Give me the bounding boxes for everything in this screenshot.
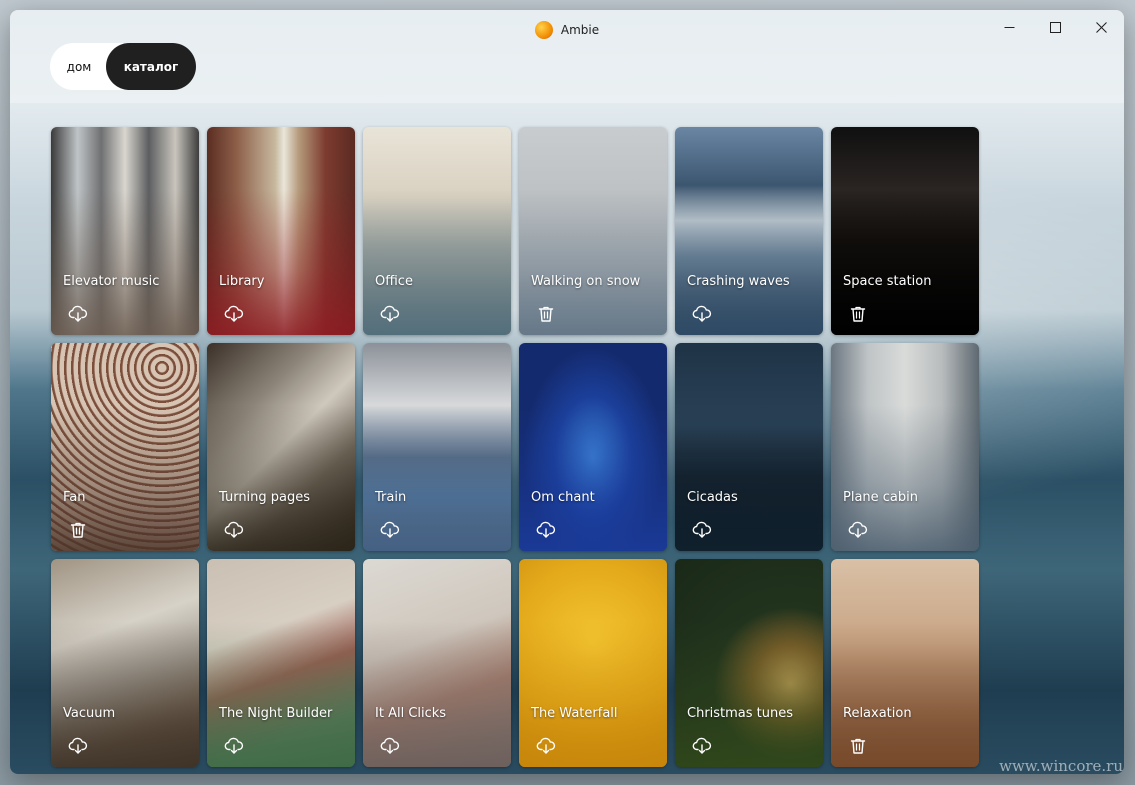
sound-catalog-grid: Elevator music Library Office Walking on sn…: [51, 127, 979, 767]
tab-catalog[interactable]: каталог: [106, 43, 196, 90]
trash-icon: [538, 306, 554, 322]
card-title: Cicadas: [687, 490, 738, 505]
cloud-download-icon: [692, 521, 712, 538]
sound-card-office[interactable]: Office: [363, 127, 511, 335]
sound-card-train[interactable]: Train: [363, 343, 511, 551]
sound-card-om-chant[interactable]: Om chant: [519, 343, 667, 551]
sound-card-turning-pages[interactable]: Turning pages: [207, 343, 355, 551]
sound-card-elevator-music[interactable]: Elevator music: [51, 127, 199, 335]
sound-card-it-all-clicks[interactable]: It All Clicks: [363, 559, 511, 767]
sound-card-walking-on-snow[interactable]: Walking on snow: [519, 127, 667, 335]
download-button[interactable]: [379, 303, 401, 325]
minimize-icon: [1004, 26, 1014, 28]
card-title: Train: [375, 490, 407, 505]
close-icon: [1095, 21, 1107, 33]
cloud-download-icon: [848, 521, 868, 538]
cloud-download-icon: [692, 305, 712, 322]
download-button[interactable]: [379, 735, 401, 757]
download-button[interactable]: [691, 519, 713, 541]
trash-icon: [850, 306, 866, 322]
cloud-download-icon: [536, 521, 556, 538]
cloud-download-icon: [380, 737, 400, 754]
app-window: Ambie дом каталог Elevator music Library O…: [10, 10, 1124, 774]
sound-card-plane-cabin[interactable]: Plane cabin: [831, 343, 979, 551]
sound-card-vacuum[interactable]: Vacuum: [51, 559, 199, 767]
download-button[interactable]: [223, 519, 245, 541]
download-button[interactable]: [223, 735, 245, 757]
app-title: Ambie: [560, 23, 600, 37]
cloud-download-icon: [692, 737, 712, 754]
download-button[interactable]: [535, 519, 557, 541]
card-title: Library: [219, 274, 265, 289]
delete-button[interactable]: [847, 303, 869, 325]
card-title: The Night Builder: [219, 706, 333, 721]
download-button[interactable]: [67, 303, 89, 325]
card-title: Office: [375, 274, 413, 289]
maximize-icon: [1049, 21, 1061, 33]
cloud-download-icon: [224, 305, 244, 322]
card-title: Space station: [843, 274, 932, 289]
sound-card-christmas-tunes[interactable]: Christmas tunes: [675, 559, 823, 767]
sound-card-space-station[interactable]: Space station: [831, 127, 979, 335]
trash-icon: [850, 738, 866, 754]
delete-button[interactable]: [535, 303, 557, 325]
download-button[interactable]: [223, 303, 245, 325]
cloud-download-icon: [224, 737, 244, 754]
download-button[interactable]: [691, 735, 713, 757]
cloud-download-icon: [380, 521, 400, 538]
cloud-download-icon: [536, 737, 556, 754]
card-title: Plane cabin: [843, 490, 919, 505]
download-button[interactable]: [535, 735, 557, 757]
card-title: Relaxation: [843, 706, 912, 721]
nav-tabs: дом каталог: [50, 43, 196, 90]
card-title: The Waterfall: [531, 706, 618, 721]
cloud-download-icon: [68, 305, 88, 322]
cloud-download-icon: [68, 737, 88, 754]
card-title: Om chant: [531, 490, 595, 505]
card-title: Elevator music: [63, 274, 160, 289]
minimize-button[interactable]: [986, 10, 1032, 44]
download-button[interactable]: [379, 519, 401, 541]
card-title: It All Clicks: [375, 706, 447, 721]
maximize-button[interactable]: [1032, 10, 1078, 44]
card-title: Fan: [63, 490, 86, 505]
card-title: Vacuum: [63, 706, 116, 721]
sound-card-the-night-builder[interactable]: The Night Builder: [207, 559, 355, 767]
sound-card-library[interactable]: Library: [207, 127, 355, 335]
cloud-download-icon: [224, 521, 244, 538]
download-button[interactable]: [67, 735, 89, 757]
watermark: www.wincore.ru: [999, 757, 1123, 775]
download-button[interactable]: [847, 519, 869, 541]
card-title: Turning pages: [219, 490, 311, 505]
sound-card-fan[interactable]: Fan: [51, 343, 199, 551]
sound-card-the-waterfall[interactable]: The Waterfall: [519, 559, 667, 767]
card-title: Walking on snow: [531, 274, 641, 289]
card-title: Crashing waves: [687, 274, 790, 289]
window-controls: [986, 10, 1124, 44]
sound-card-relaxation[interactable]: Relaxation: [831, 559, 979, 767]
delete-button[interactable]: [847, 735, 869, 757]
card-title: Christmas tunes: [687, 706, 794, 721]
tab-home[interactable]: дом: [50, 43, 104, 90]
cloud-download-icon: [380, 305, 400, 322]
sound-card-crashing-waves[interactable]: Crashing waves: [675, 127, 823, 335]
trash-icon: [70, 522, 86, 538]
close-button[interactable]: [1078, 10, 1124, 44]
delete-button[interactable]: [67, 519, 89, 541]
download-button[interactable]: [691, 303, 713, 325]
ambie-logo-icon: [534, 21, 553, 39]
sound-card-cicadas[interactable]: Cicadas: [675, 343, 823, 551]
